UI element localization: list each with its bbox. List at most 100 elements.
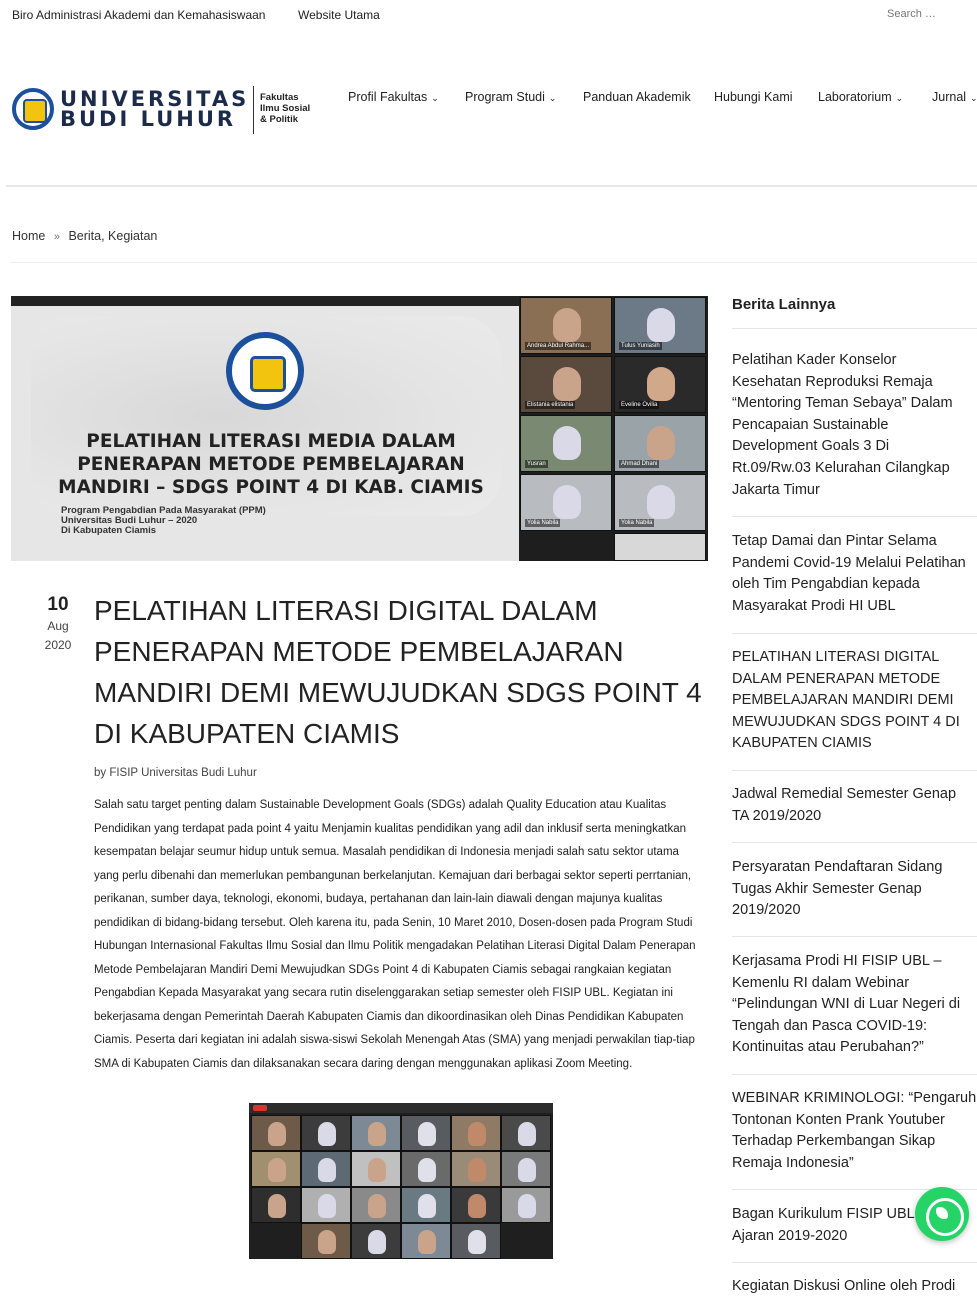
zoom-participant-tile bbox=[301, 1115, 351, 1151]
sidebar-news-item[interactable]: Kegiatan Diskusi Online oleh Prodi bbox=[732, 1276, 977, 1296]
zoom-participant-tile bbox=[401, 1187, 451, 1223]
featured-image-title: PELATIHAN LITERASI MEDIA DALAM PENERAPAN… bbox=[58, 431, 484, 498]
participant-face bbox=[368, 1158, 386, 1182]
participant-name: Yolia Nabila bbox=[619, 519, 655, 527]
sidebar-divider bbox=[732, 516, 977, 517]
breadcrumb-home[interactable]: Home bbox=[12, 229, 45, 243]
nav-label: Jurnal bbox=[932, 90, 967, 104]
participant-tile: Yusran bbox=[520, 415, 612, 472]
zoom-participant-tile bbox=[301, 1187, 351, 1223]
participant-face bbox=[518, 1122, 536, 1146]
zoom-participant-tile bbox=[351, 1115, 401, 1151]
sidebar-news-item[interactable]: Pelatihan Kader Konselor Kesehatan Repro… bbox=[732, 350, 977, 501]
zoom-top-bar bbox=[249, 1103, 553, 1113]
sidebar-divider bbox=[732, 1074, 977, 1075]
zoom-participant-tile bbox=[501, 1151, 551, 1187]
breadcrumb-current[interactable]: Berita, Kegiatan bbox=[68, 229, 157, 243]
zoom-participant-tile bbox=[451, 1187, 501, 1223]
nav-item-profil-fakultas[interactable]: Profil Fakultas ⌄ bbox=[348, 90, 439, 104]
nav-item-laboratorium[interactable]: Laboratorium ⌄ bbox=[818, 90, 903, 104]
zoom-participant-tile bbox=[251, 1151, 301, 1187]
zoom-participant-tile bbox=[351, 1223, 401, 1259]
recording-icon bbox=[253, 1105, 267, 1111]
sidebar-news-item[interactable]: Jadwal Remedial Semester Genap TA 2019/2… bbox=[732, 784, 977, 827]
post-title: PELATIHAN LITERASI DIGITAL DALAM PENERAP… bbox=[94, 595, 702, 749]
zoom-participant-tile bbox=[401, 1223, 451, 1259]
header-divider bbox=[6, 185, 977, 187]
participant-name: Andrea Abdul Rahma... bbox=[525, 342, 592, 350]
breadcrumb-separator: » bbox=[53, 231, 60, 243]
participant-face bbox=[318, 1230, 336, 1254]
site-logo[interactable]: UNIVERSITAS BUDI LUHUR Fakultas Ilmu Sos… bbox=[12, 86, 312, 142]
participant-name: Yolia Nabila bbox=[525, 519, 561, 527]
zoom-participant-tile bbox=[501, 1115, 551, 1151]
participant-tile: Andrea Abdul Rahma... bbox=[520, 297, 612, 354]
participant-face bbox=[647, 367, 675, 401]
nav-label: Profil Fakultas bbox=[348, 90, 428, 104]
nav-item-panduan-akademik[interactable]: Panduan Akademik bbox=[583, 90, 691, 104]
zoom-participant-tile bbox=[451, 1223, 501, 1259]
zoom-participant-tile bbox=[401, 1115, 451, 1151]
logo-faculty: Fakultas Ilmu Sosial & Politik bbox=[260, 92, 320, 125]
participant-face bbox=[468, 1122, 486, 1146]
topbar-link-biro[interactable]: Biro Administrasi Akademi dan Kemahasisw… bbox=[12, 8, 265, 22]
logo-faculty-line2: Ilmu Sosial bbox=[260, 103, 311, 114]
participant-face bbox=[468, 1230, 486, 1254]
participant-face bbox=[368, 1230, 386, 1254]
participant-name: Elistania elistania bbox=[525, 401, 576, 409]
whatsapp-icon[interactable] bbox=[915, 1187, 969, 1241]
zoom-participant-tile bbox=[451, 1151, 501, 1187]
post-date-year: 2020 bbox=[44, 638, 72, 652]
logo-emblem-icon bbox=[12, 88, 54, 130]
participant-tile: Yolia Nabila bbox=[614, 474, 706, 531]
sidebar-news-item[interactable]: Kerjasama Prodi HI FISIP UBL – Kemenlu R… bbox=[732, 951, 977, 1059]
participant-face bbox=[418, 1158, 436, 1182]
participant-tile: Tulus Yuniasih bbox=[614, 297, 706, 354]
participant-face bbox=[468, 1158, 486, 1182]
zoom-participant-tile bbox=[401, 1151, 451, 1187]
participant-face bbox=[553, 308, 581, 342]
sidebar-news-item[interactable]: Tetap Damai dan Pintar Selama Pandemi Co… bbox=[732, 531, 977, 617]
sidebar-divider bbox=[732, 633, 977, 634]
sidebar-heading-divider bbox=[732, 328, 977, 329]
zoom-participant-tile bbox=[501, 1187, 551, 1223]
nav-item-program-studi[interactable]: Program Studi ⌄ bbox=[465, 90, 556, 104]
participant-face bbox=[647, 426, 675, 460]
sidebar-divider bbox=[732, 1262, 977, 1263]
logo-line2: BUDI LUHUR bbox=[60, 107, 237, 131]
zoom-participant-tile bbox=[301, 1223, 351, 1259]
nav-label: Laboratorium bbox=[818, 90, 892, 104]
participant-name: Ahmad Dhani bbox=[619, 460, 660, 468]
university-emblem-icon bbox=[226, 332, 304, 410]
zoom-participant-tile bbox=[301, 1151, 351, 1187]
post-author[interactable]: by FISIP Universitas Budi Luhur bbox=[94, 767, 257, 779]
post-date-month: Aug bbox=[47, 619, 69, 633]
sidebar-divider bbox=[732, 936, 977, 937]
participant-face bbox=[268, 1122, 286, 1146]
participant-tile: Elistania elistania bbox=[520, 356, 612, 413]
sidebar-news-item[interactable]: PELATIHAN LITERASI DIGITAL DALAM PENERAP… bbox=[732, 647, 977, 755]
nav-item-hubungi-kami[interactable]: Hubungi Kami bbox=[714, 90, 793, 104]
participant-name: Eveline Ovilia bbox=[619, 401, 660, 409]
participant-face bbox=[318, 1194, 336, 1218]
post-date: 10 Aug 2020 bbox=[40, 594, 76, 654]
sidebar-news-item[interactable]: WEBINAR KRIMINOLOGI: “Pengaruh Tontonan … bbox=[732, 1088, 977, 1174]
nav-label: Hubungi Kami bbox=[714, 90, 793, 104]
nav-item-jurnal[interactable]: Jurnal ⌄ bbox=[932, 90, 977, 104]
participant-tile: Ahmad Dhani bbox=[614, 415, 706, 472]
participant-face bbox=[318, 1122, 336, 1146]
participant-tile: Yolia Nabila bbox=[520, 474, 612, 531]
post-body: Salah satu target penting dalam Sustaina… bbox=[94, 799, 696, 1070]
participant-name: Tulus Yuniasih bbox=[619, 342, 662, 350]
sidebar-divider bbox=[732, 770, 977, 771]
participant-tile bbox=[614, 533, 706, 561]
nav-label: Panduan Akademik bbox=[583, 90, 691, 104]
participant-face bbox=[368, 1194, 386, 1218]
sidebar-news-item[interactable]: Persyaratan Pendaftaran Sidang Tugas Akh… bbox=[732, 857, 977, 922]
topbar-link-website-utama[interactable]: Website Utama bbox=[298, 8, 380, 22]
sidebar-divider bbox=[732, 842, 977, 843]
search-input[interactable]: Search … bbox=[887, 8, 947, 20]
post-date-day: 10 bbox=[47, 594, 69, 615]
chevron-down-icon: ⌄ bbox=[970, 93, 977, 103]
nav-label: Program Studi bbox=[465, 90, 545, 104]
